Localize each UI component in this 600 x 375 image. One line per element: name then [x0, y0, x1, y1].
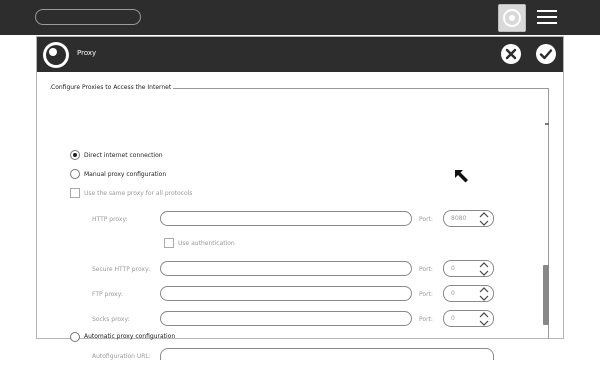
- secure-http-proxy-input[interactable]: [160, 261, 412, 276]
- ftp-port-value: 0: [451, 290, 455, 297]
- socks-proxy-label: Socks proxy:: [92, 316, 130, 323]
- vertical-scrollbar[interactable]: [543, 265, 549, 325]
- http-port-label: Port:: [419, 216, 433, 223]
- search-input[interactable]: [35, 9, 141, 25]
- app-logo-icon: [43, 42, 69, 68]
- ftp-proxy-input[interactable]: [160, 286, 412, 301]
- checkmark-circle-icon[interactable]: [536, 44, 556, 64]
- http-proxy-input[interactable]: [160, 211, 412, 226]
- scroll-top-marker: [545, 123, 549, 125]
- ftp-proxy-label: FTP proxy:: [92, 291, 123, 298]
- socks-port-label: Port:: [419, 316, 433, 323]
- stepper-arrows-icon[interactable]: [479, 312, 489, 326]
- socks-port-stepper[interactable]: 0: [443, 310, 494, 327]
- secure-http-port-stepper[interactable]: 0: [443, 260, 494, 277]
- automatic-proxy-label: Automatic proxy configuration: [84, 333, 176, 340]
- use-authentication-checkbox[interactable]: [164, 238, 174, 248]
- http-port-stepper[interactable]: 8080: [443, 210, 494, 227]
- top-bar: [0, 0, 600, 35]
- autoconfig-url-label: Autofiguration URL:: [92, 353, 151, 360]
- mouse-cursor-icon: [454, 168, 470, 187]
- same-proxy-label: Use the same proxy for all protocols: [84, 190, 193, 197]
- autoconfig-url-input[interactable]: [160, 348, 494, 360]
- stepper-arrows-icon[interactable]: [479, 287, 489, 301]
- stepper-arrows-icon[interactable]: [479, 212, 489, 226]
- use-authentication-label: Use authentication: [178, 240, 235, 247]
- ftp-port-stepper[interactable]: 0: [443, 285, 494, 302]
- same-proxy-checkbox[interactable]: [70, 188, 80, 198]
- direct-connection-radio[interactable]: [70, 150, 80, 160]
- dialog-header: Proxy: [37, 37, 563, 72]
- socks-proxy-input[interactable]: [160, 311, 412, 326]
- http-port-value: 8080: [451, 215, 467, 222]
- direct-connection-label: Direct internet connection: [84, 152, 163, 159]
- automatic-proxy-radio[interactable]: [70, 332, 80, 342]
- manual-proxy-label: Manual proxy configuration: [84, 171, 167, 178]
- dialog-content: Configure Proxies to Access the Internet…: [37, 73, 563, 360]
- stepper-arrows-icon[interactable]: [479, 262, 489, 276]
- secure-http-port-value: 0: [451, 265, 455, 272]
- socks-port-value: 0: [451, 315, 455, 322]
- ftp-port-label: Port:: [419, 291, 433, 298]
- secure-http-port-label: Port:: [419, 266, 433, 273]
- http-proxy-label: HTTP proxy:: [92, 216, 128, 223]
- manual-proxy-radio[interactable]: [70, 169, 80, 179]
- circle-target-icon[interactable]: [498, 4, 526, 32]
- hamburger-menu-icon[interactable]: [537, 9, 557, 25]
- proxy-dialog: Proxy Configure Proxies to Access the In…: [36, 36, 564, 360]
- fieldset-legend: Configure Proxies to Access the Internet: [51, 84, 174, 91]
- close-circle-icon[interactable]: [501, 44, 521, 64]
- dialog-title: Proxy: [77, 49, 97, 57]
- secure-http-proxy-label: Secure HTTP proxy:: [92, 266, 151, 273]
